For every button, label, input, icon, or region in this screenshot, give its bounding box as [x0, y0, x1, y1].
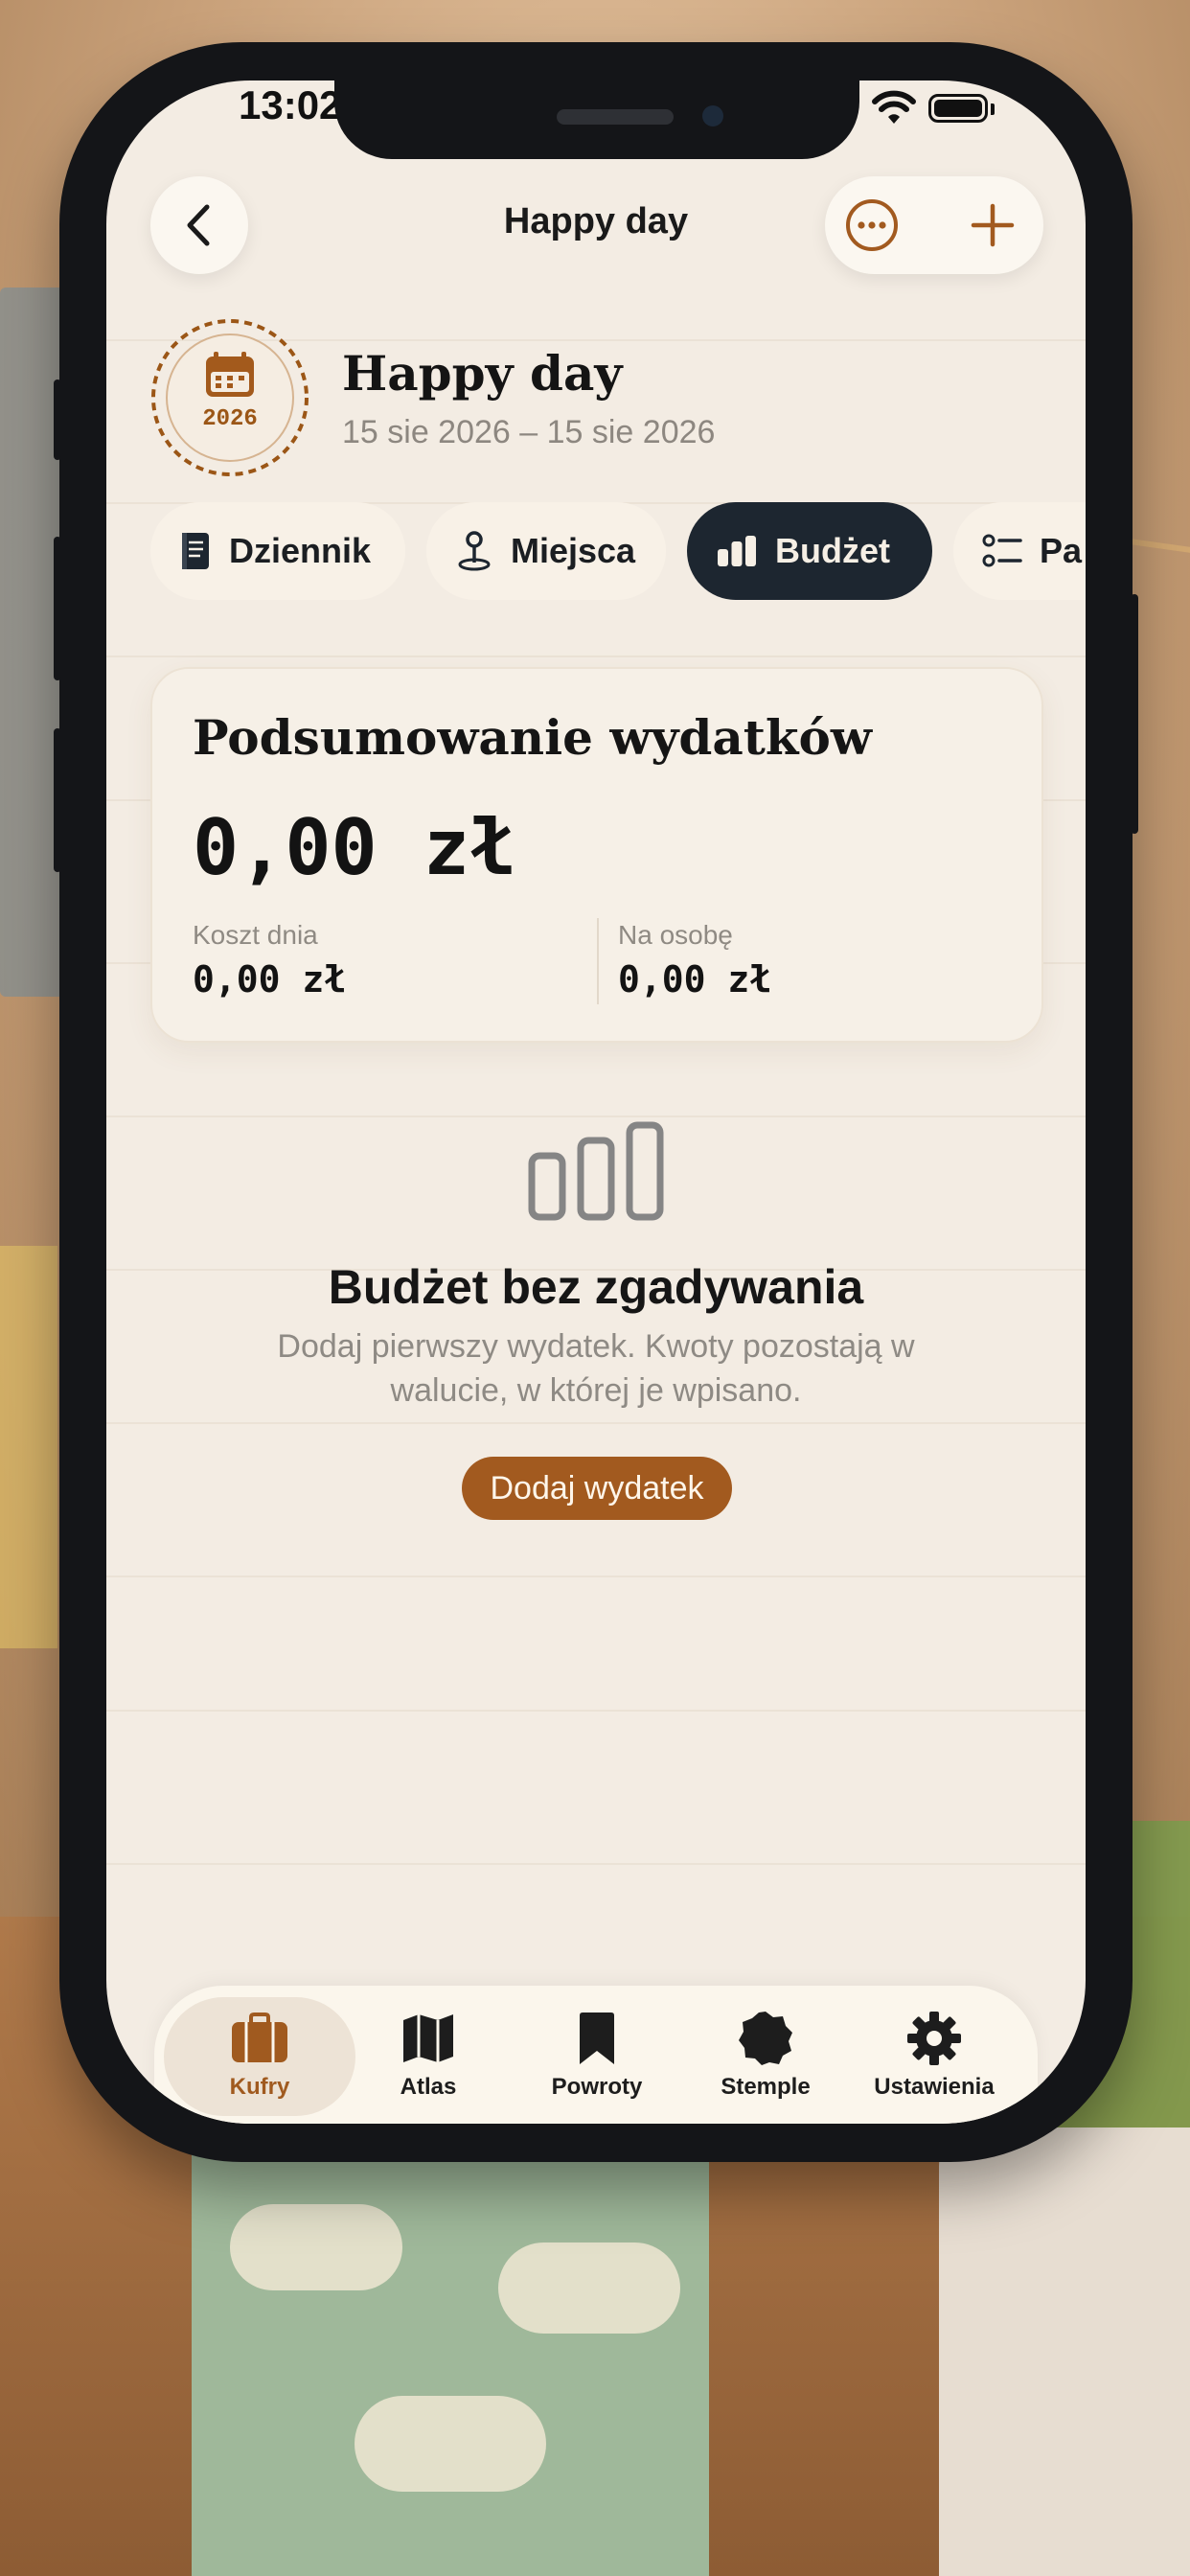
status-time: 13:02	[239, 82, 342, 127]
daily-cost-value: 0,00 zł	[193, 958, 347, 1000]
tab-journal-label: Dziennik	[229, 531, 372, 570]
tabbar-item-stamps[interactable]: Stemple	[679, 2007, 852, 2101]
tabbar-label-atlas: Atlas	[400, 2074, 457, 2100]
tabbar-label-stamps: Stemple	[721, 2074, 811, 2100]
background-cup	[192, 2089, 709, 2576]
trip-stamp	[151, 319, 309, 476]
add-icon[interactable]	[965, 197, 1020, 253]
tabbar-label-settings: Ustawienia	[874, 2074, 995, 2100]
card-divider	[597, 918, 599, 1004]
empty-chart-icon	[528, 1121, 664, 1221]
pin-icon	[458, 531, 491, 571]
summary-total: 0,00 zł	[193, 803, 516, 892]
tab-budget-label: Budżet	[775, 531, 890, 570]
tab-checklist-label: Pa	[1040, 531, 1083, 570]
more-options-icon[interactable]	[844, 197, 900, 253]
battery-tip	[991, 104, 995, 115]
nav-actions-group	[825, 176, 1043, 274]
daily-cost-label: Koszt dnia	[193, 920, 318, 950]
summary-title: Podsumowanie wydatków	[193, 709, 872, 766]
calendar-icon	[206, 352, 254, 397]
tabbar-label-returns: Powroty	[551, 2074, 643, 2100]
map-icon	[403, 2014, 453, 2062]
notch	[334, 80, 859, 159]
phone-volume-up	[54, 537, 61, 680]
tab-checklist[interactable]: Pa	[953, 502, 1086, 600]
phone-power-button	[1131, 594, 1138, 834]
trip-title: Happy day	[342, 345, 623, 402]
background-pot	[939, 2128, 1190, 2576]
tabbar-item-settings[interactable]: Ustawienia	[848, 2007, 1020, 2101]
tab-journal[interactable]: Dziennik	[150, 502, 405, 600]
add-expense-button[interactable]: Dodaj wydatek	[462, 1457, 732, 1520]
chart-icon	[718, 536, 756, 566]
tab-places-label: Miejsca	[511, 531, 636, 570]
trip-dates: 15 sie 2026 – 15 sie 2026	[342, 414, 716, 450]
tabbar-item-trunks[interactable]: Kufry	[173, 2007, 346, 2101]
suitcase-icon	[232, 2012, 287, 2062]
tabbar-label-trunks: Kufry	[229, 2074, 290, 2100]
gear-icon	[907, 2012, 961, 2065]
tabbar-item-returns[interactable]: Powroty	[511, 2007, 683, 2101]
empty-title: Budżet bez zgadywania	[328, 1260, 864, 1314]
stamp-badge-icon	[739, 2012, 792, 2065]
battery-icon	[928, 94, 988, 123]
per-person-label: Na osobę	[618, 920, 733, 950]
empty-body: Dodaj pierwszy wydatek. Kwoty pozostają …	[277, 1328, 915, 1409]
per-person-value: 0,00 zł	[618, 958, 772, 1000]
wifi-icon	[872, 90, 916, 124]
journal-icon	[182, 533, 209, 569]
stamp-year: 2026	[202, 406, 258, 432]
tab-budget[interactable]: Budżet	[687, 502, 932, 600]
speaker	[557, 109, 674, 125]
tab-places[interactable]: Miejsca	[426, 502, 666, 600]
bookmark-icon	[580, 2012, 614, 2064]
background-sticky-note	[0, 1246, 57, 1648]
app-screen: 13:02 Happy day 2026 Happy day 15 sie 20…	[106, 80, 1086, 2124]
phone-side-button	[54, 380, 61, 460]
expense-summary-card: Podsumowanie wydatków 0,00 zł Koszt dnia…	[150, 667, 1043, 1043]
front-camera	[702, 105, 723, 126]
phone-volume-down	[54, 728, 61, 872]
checklist-icon	[982, 534, 1022, 567]
tabbar-item-atlas[interactable]: Atlas	[342, 2007, 515, 2101]
